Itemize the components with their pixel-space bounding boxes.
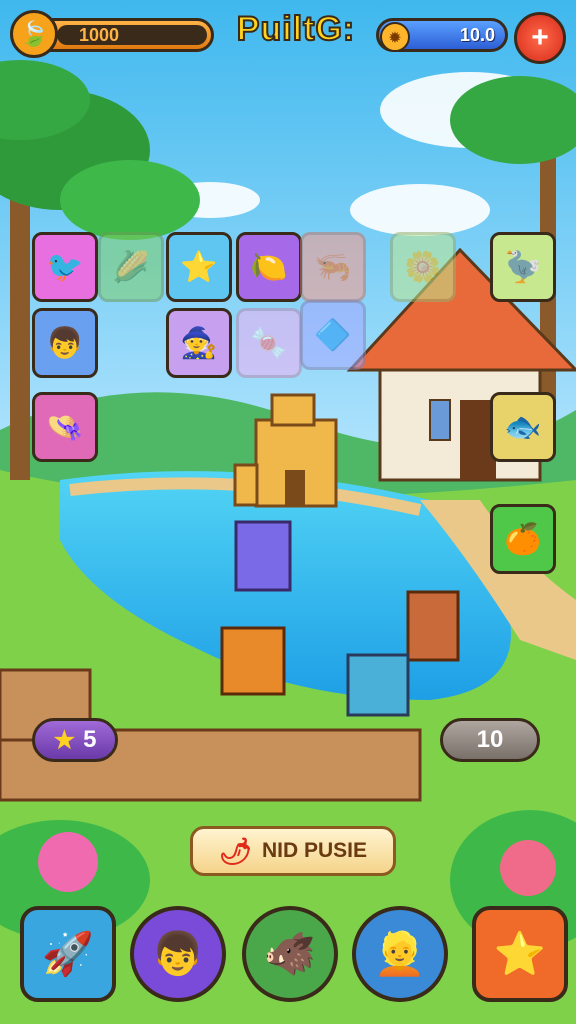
tile-bird-right[interactable]: 🦤 — [490, 232, 556, 302]
tile-purple-corn[interactable]: 🌽 — [98, 232, 164, 302]
score-counter: 10 — [440, 718, 540, 762]
score-value: 10 — [476, 726, 504, 753]
coin-value: 1000 — [79, 25, 120, 45]
avatar-boar[interactable]: 🐗 — [242, 906, 338, 1002]
star-icon: ★ — [53, 726, 76, 754]
tile-orange-face[interactable]: 🍊 — [490, 504, 556, 574]
tile-bird[interactable]: 🐦 — [32, 232, 98, 302]
leaf-icon: 🍃 — [10, 10, 58, 58]
star-button[interactable]: ⭐ — [472, 906, 568, 1002]
hint-label: NID PUSIE — [261, 839, 368, 862]
game-screen: 1000 🍃 PuiltG: 10.0 ✹ + 🐦 🌽 ⭐ 🍋 🦐 🌼 🦤 👦 🧙 🍬 🔷 👒 🐟 🍊 ★… — [0, 0, 576, 1024]
tile-pink-sweet[interactable]: 🍬 — [236, 308, 302, 378]
plus-icon: + — [531, 21, 549, 54]
tile-fish-gold[interactable]: 🐟 — [490, 392, 556, 462]
hint-button[interactable]: 🌶 NID PUSIE — [190, 826, 396, 876]
gem-value: 10.0 — [459, 25, 495, 45]
sun-gem-icon: ✹ — [380, 22, 410, 52]
moves-value: 5 — [83, 726, 97, 753]
tile-flower[interactable]: 🌼 — [390, 232, 456, 302]
add-currency-button[interactable]: + — [514, 12, 566, 64]
tile-red-hat[interactable]: 👒 — [32, 392, 98, 462]
tile-lemon-face[interactable]: 🍋 — [236, 232, 302, 302]
tile-sea-items[interactable]: 🦐 — [300, 232, 366, 302]
avatar-blonde[interactable]: 👱 — [352, 906, 448, 1002]
tile-blue-boy[interactable]: 👦 — [32, 308, 98, 378]
chili-icon: 🌶 — [218, 835, 252, 866]
game-title: PuiltG: — [236, 9, 356, 49]
avatar-blue-cap[interactable]: 👦 — [130, 906, 226, 1002]
tile-pink-hat[interactable]: 🧙 — [166, 308, 232, 378]
rocket-button[interactable]: 🚀 — [20, 906, 116, 1002]
tile-starfish[interactable]: ⭐ — [166, 232, 232, 302]
tile-blue-crystal[interactable]: 🔷 — [300, 300, 366, 370]
moves-counter: ★ 5 — [32, 718, 118, 762]
